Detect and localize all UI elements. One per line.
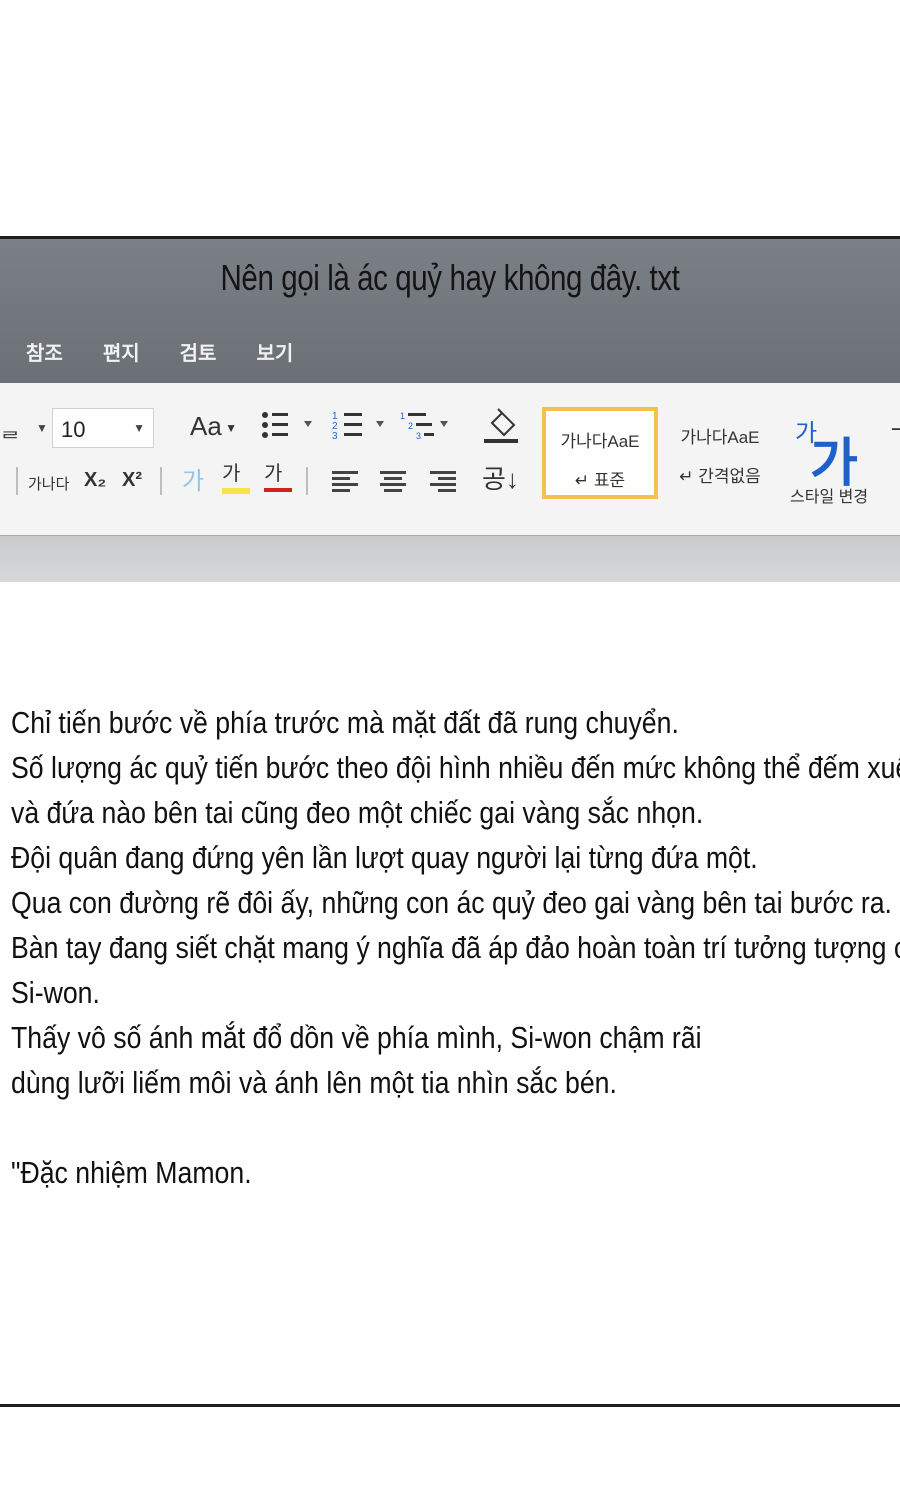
bullets-button[interactable]: [260, 409, 316, 446]
font-name-edge: ᆯ: [0, 416, 21, 441]
chevron-down-icon: ▼: [133, 421, 145, 435]
window-title: Nên gọi là ác quỷ hay không đây. txt: [220, 257, 680, 298]
style-normal-preview: 가나다AaE: [560, 432, 640, 451]
highlight-label: 가: [222, 463, 241, 485]
change-case-button[interactable]: Aa ▼: [190, 411, 237, 442]
font-preview-button[interactable]: 가나다: [28, 473, 69, 494]
superscript-label: X²: [122, 469, 142, 491]
multilevel-list-icon: 1 2 3: [400, 411, 448, 441]
menu-item-review[interactable]: 검토: [180, 337, 217, 366]
font-color-button[interactable]: 가: [264, 457, 292, 492]
menu-bar: 참조 편지 검토 보기: [26, 337, 293, 366]
svg-text:1: 1: [400, 411, 405, 421]
document-last-line: "Đặc nhiệm Mamon.: [11, 1155, 252, 1190]
style-no-spacing-preview: 가나다AaE: [680, 428, 760, 447]
document-line: Số lượng ác quỷ tiến bước theo đội hình …: [11, 750, 900, 785]
subscript-label: X₂: [84, 469, 107, 491]
multilevel-list-button[interactable]: 1 2 3: [400, 409, 456, 446]
ribbon-bottom-strip: [0, 535, 900, 582]
highlight-color-bar: [222, 488, 250, 494]
font-color-bar: [264, 488, 292, 492]
font-color-label: 가: [264, 463, 283, 485]
svg-text:3: 3: [332, 431, 338, 441]
title-bar: Nên gọi là ác quỷ hay không đây. txt 참조 …: [0, 239, 900, 383]
align-left-button[interactable]: [330, 469, 360, 500]
document-line: dùng lưỡi liếm môi và ánh lên một tia nh…: [11, 1065, 617, 1100]
font-size-select[interactable]: 10 ▼: [52, 408, 154, 448]
ribbon-divider: [16, 467, 18, 495]
ribbon-divider: [160, 467, 162, 495]
svg-text:2: 2: [408, 421, 413, 431]
font-size-value: 10: [61, 417, 86, 442]
document-line: Qua con đường rẽ đôi ấy, những con ác qu…: [11, 885, 892, 920]
align-center-button[interactable]: [378, 469, 408, 500]
font-preview-label: 가나다: [28, 476, 70, 493]
align-right-button[interactable]: [428, 469, 458, 500]
ribbon-divider: [306, 467, 308, 495]
text-effects-label: 가: [182, 468, 205, 495]
style-no-spacing-name: ↵ 간격없음: [679, 467, 761, 486]
paint-bucket-icon: [484, 408, 518, 443]
sort-button[interactable]: 공↓: [482, 459, 519, 496]
document-body[interactable]: Chỉ tiến bước về phía trước mà mặt đất đ…: [11, 700, 900, 1195]
text-effects-button[interactable]: 가: [182, 461, 204, 496]
subscript-button[interactable]: X₂: [84, 469, 106, 492]
style-change-label: 스타일 변경: [790, 489, 869, 506]
ribbon-overflow-edge: ᄀ: [888, 424, 900, 454]
document-line: Chỉ tiến bước về phía trước mà mặt đất đ…: [11, 705, 679, 740]
document-line: Si-won.: [11, 975, 100, 1010]
numbered-list-icon: 1 2 3: [332, 411, 384, 442]
document-line: Đội quân đang đứng yên lần lượt quay ngư…: [11, 840, 758, 875]
document-line: Bàn tay đang siết chặt mang ý nghĩa đã á…: [11, 930, 900, 965]
shading-button[interactable]: [482, 405, 522, 450]
document-line: và đứa nào bên tai cũng đeo một chiếc ga…: [11, 795, 704, 830]
style-no-spacing[interactable]: 가나다AaE ↵ 간격없음: [662, 407, 778, 499]
align-left-icon: [332, 471, 358, 492]
style-normal[interactable]: 가나다AaE ↵ 표준: [542, 407, 658, 499]
sort-label: 공↓: [482, 464, 519, 494]
align-center-icon: [380, 471, 406, 492]
menu-item-mailings[interactable]: 편지: [103, 337, 140, 366]
menu-item-references[interactable]: 참조: [26, 337, 63, 366]
style-normal-name: ↵ 표준: [574, 471, 626, 490]
change-case-label: Aa: [190, 411, 222, 441]
svg-text:3: 3: [416, 431, 421, 441]
document-line: Thấy vô số ánh mắt đổ dồn về phía mình, …: [11, 1020, 702, 1055]
numbering-button[interactable]: 1 2 3: [330, 409, 392, 446]
menu-item-view[interactable]: 보기: [256, 337, 293, 366]
superscript-button[interactable]: X²: [122, 469, 142, 492]
bullet-list-icon: [262, 412, 312, 438]
highlight-button[interactable]: 가: [222, 457, 250, 494]
font-name-dropdown-arrow-icon[interactable]: ▼: [36, 421, 48, 435]
ribbon: ᆯ ▼ 10 ▼ Aa ▼ 1 2 3 1 2 3 가나다 X₂ X² 가 가 …: [0, 383, 900, 535]
align-right-icon: [430, 471, 456, 492]
window-bottom-border: [0, 1404, 900, 1407]
